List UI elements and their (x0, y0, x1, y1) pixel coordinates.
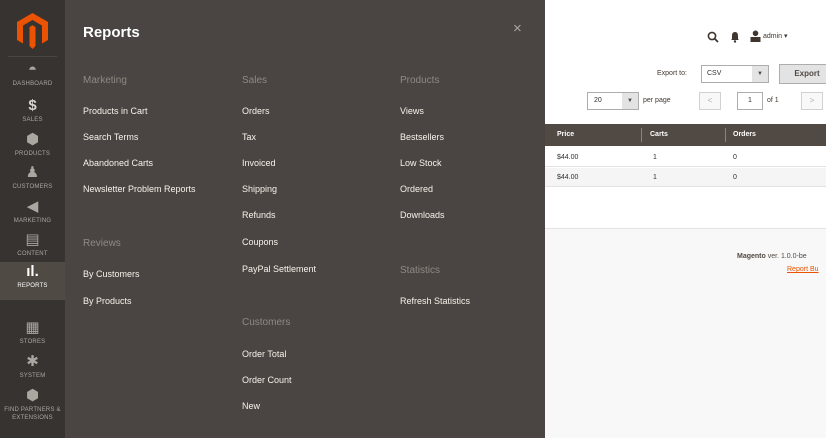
chevron-down-icon: ▼ (752, 66, 768, 82)
page-count-label: of 1 (767, 97, 779, 104)
dollar-icon: $ (28, 97, 37, 114)
export-to-label: Export to: (657, 70, 687, 77)
menu-link-abandoned-carts[interactable]: Abandoned Carts (83, 158, 153, 168)
footer-version-text: ver. 1.0.0-be (765, 253, 807, 260)
group-title-products: Products (400, 75, 440, 86)
column-header-carts[interactable]: Carts (650, 124, 668, 146)
menu-link-shipping[interactable]: Shipping (242, 184, 277, 194)
menu-link-refunds[interactable]: Refunds (242, 210, 276, 220)
panel-title: Reports (83, 24, 140, 41)
menu-link-low-stock[interactable]: Low Stock (400, 158, 442, 168)
nav-item-reports[interactable]: ıl. REPORTS (0, 262, 65, 300)
close-icon[interactable]: × (513, 20, 522, 37)
menu-link-views[interactable]: Views (400, 106, 424, 116)
group-title-sales: Sales (242, 75, 268, 86)
previous-page-button[interactable]: < (699, 92, 721, 110)
per-page-select[interactable]: 20 ▼ (587, 92, 639, 110)
cell-price: $44.00 (557, 154, 579, 161)
group-title-statistics: Statistics (400, 265, 441, 276)
user-menu[interactable]: admin ▾ (763, 32, 788, 40)
menu-link-orders[interactable]: Orders (242, 106, 270, 116)
megaphone-icon: ◀ (26, 198, 39, 215)
box-icon: ⬢ (25, 387, 40, 404)
bar-chart-icon: ıl. (26, 263, 39, 280)
menu-link-search-terms[interactable]: Search Terms (83, 132, 138, 142)
magento-logo-icon[interactable] (17, 13, 48, 49)
menu-link-refresh-statistics[interactable]: Refresh Statistics (400, 296, 470, 306)
menu-link-new[interactable]: New (242, 401, 260, 411)
column-divider (725, 128, 726, 142)
chevron-down-icon: ▼ (622, 93, 638, 109)
rail-divider (8, 56, 57, 57)
group-title-marketing: Marketing (83, 75, 127, 86)
cell-orders: 0 (733, 154, 737, 161)
menu-link-ordered[interactable]: Ordered (400, 184, 433, 194)
storefront-icon: ▦ (25, 319, 40, 336)
group-title-customers: Customers (242, 317, 291, 328)
cell-orders: 0 (733, 174, 737, 181)
reports-menu-panel: Reports × Marketing Products in Cart Sea… (65, 0, 545, 438)
footer-version: Magento ver. 1.0.0-be (737, 253, 807, 260)
per-page-label: per page (643, 97, 671, 104)
export-button[interactable]: Export (779, 64, 826, 84)
menu-link-order-count[interactable]: Order Count (242, 375, 292, 385)
page-number-input[interactable]: 1 (737, 92, 763, 110)
menu-link-invoiced[interactable]: Invoiced (242, 158, 276, 168)
menu-link-by-products[interactable]: By Products (83, 296, 132, 306)
person-icon: ♟ (25, 164, 40, 181)
cube-icon: ⬢ (25, 131, 40, 148)
menu-link-order-total[interactable]: Order Total (242, 349, 286, 359)
group-title-reviews: Reviews (83, 238, 121, 249)
menu-link-downloads[interactable]: Downloads (400, 210, 445, 220)
cell-carts: 1 (653, 174, 657, 181)
speedometer-icon: ◓ (27, 61, 38, 78)
column-header-price[interactable]: Price (557, 124, 574, 146)
footer-brand-name: Magento (737, 253, 766, 260)
menu-link-products-in-cart[interactable]: Products in Cart (83, 106, 148, 116)
column-divider (641, 128, 642, 142)
export-format-select[interactable]: CSV ▼ (701, 65, 769, 83)
cell-carts: 1 (653, 154, 657, 161)
next-page-button[interactable]: > (801, 92, 823, 110)
report-bugs-link[interactable]: Report Bu (787, 266, 819, 273)
menu-link-by-customers[interactable]: By Customers (83, 269, 140, 279)
menu-link-newsletter-problem-reports[interactable]: Newsletter Problem Reports (83, 184, 196, 194)
menu-link-bestsellers[interactable]: Bestsellers (400, 132, 444, 142)
nav-item-partners[interactable]: ⬢ FIND PARTNERS & EXTENSIONS (0, 386, 65, 434)
gear-icon: ✱ (26, 353, 39, 370)
column-header-orders[interactable]: Orders (733, 124, 756, 146)
grid-header: Price Carts Orders (545, 124, 826, 146)
page-footer: Magento ver. 1.0.0-be Report Bu (545, 228, 826, 438)
user-icon[interactable] (750, 30, 761, 45)
cell-price: $44.00 (557, 174, 579, 181)
search-icon[interactable] (707, 31, 719, 46)
table-row[interactable]: $44.00 1 0 (545, 168, 826, 187)
report-page: admin ▾ Export to: CSV ▼ Export 20 ▼ per… (545, 0, 826, 438)
bell-icon[interactable] (730, 31, 740, 46)
menu-link-paypal-settlement[interactable]: PayPal Settlement (242, 264, 316, 274)
table-row[interactable]: $44.00 1 0 (545, 148, 826, 167)
layout-icon: ▤ (25, 231, 40, 248)
admin-nav-rail: ◓ DASHBOARD $ SALES ⬢ PRODUCTS ♟ CUSTOME… (0, 0, 65, 438)
menu-link-coupons[interactable]: Coupons (242, 237, 278, 247)
menu-link-tax[interactable]: Tax (242, 132, 256, 142)
